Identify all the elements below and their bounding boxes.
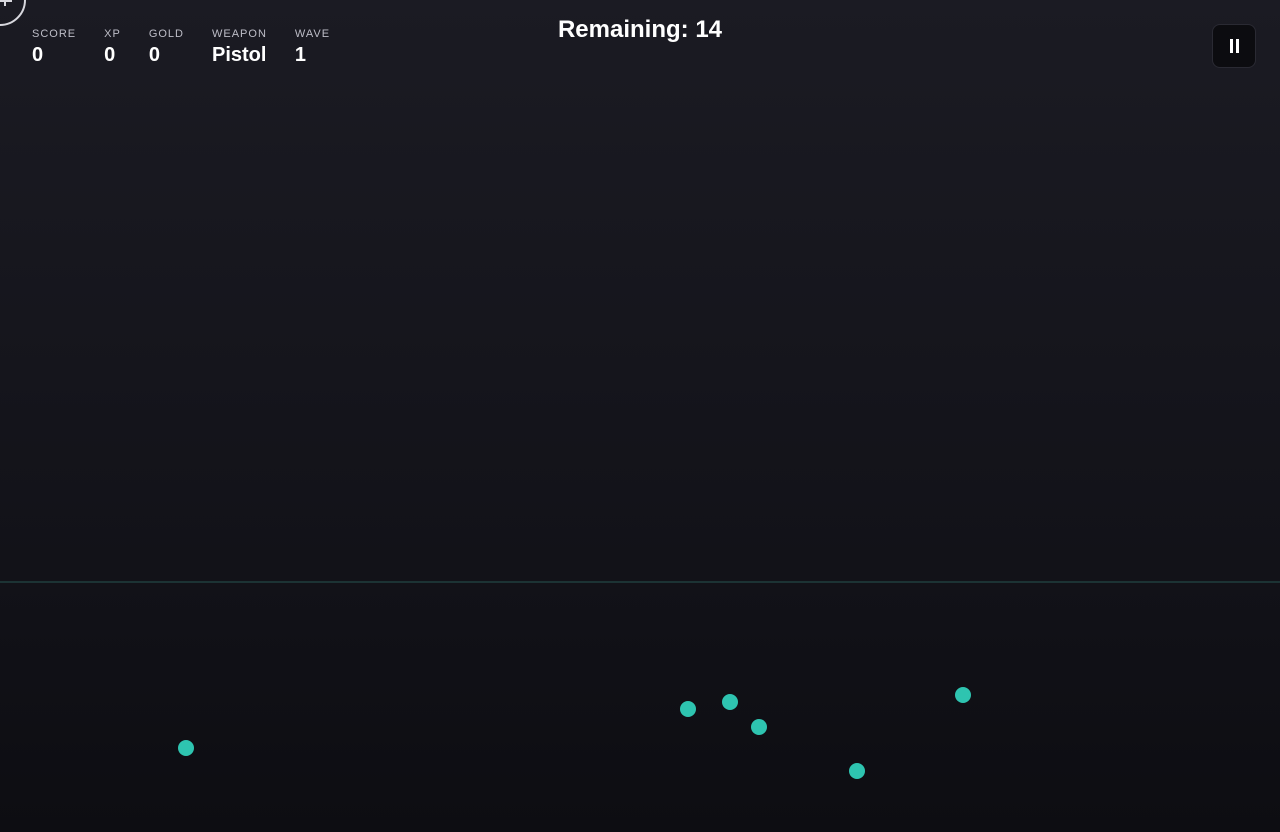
- enemy: [751, 719, 767, 735]
- stat-value: 0: [148, 44, 160, 66]
- game-canvas[interactable]: [0, 0, 1280, 832]
- crosshair-line: [0, 0, 12, 2]
- ground-line: [0, 581, 1280, 583]
- pause-icon: [1229, 39, 1239, 53]
- stat-value: 1: [294, 44, 307, 66]
- enemy: [955, 687, 971, 703]
- enemy: [680, 701, 696, 717]
- enemy: [178, 740, 194, 756]
- stat-value: 0: [32, 44, 44, 66]
- enemy: [849, 763, 865, 779]
- stat-value: 0: [104, 44, 116, 66]
- enemy: [722, 694, 738, 710]
- pause-button[interactable]: [1212, 24, 1256, 68]
- stat-value: Pistol: [212, 44, 267, 66]
- enemies-remaining: Remaining: 14: [557, 16, 723, 43]
